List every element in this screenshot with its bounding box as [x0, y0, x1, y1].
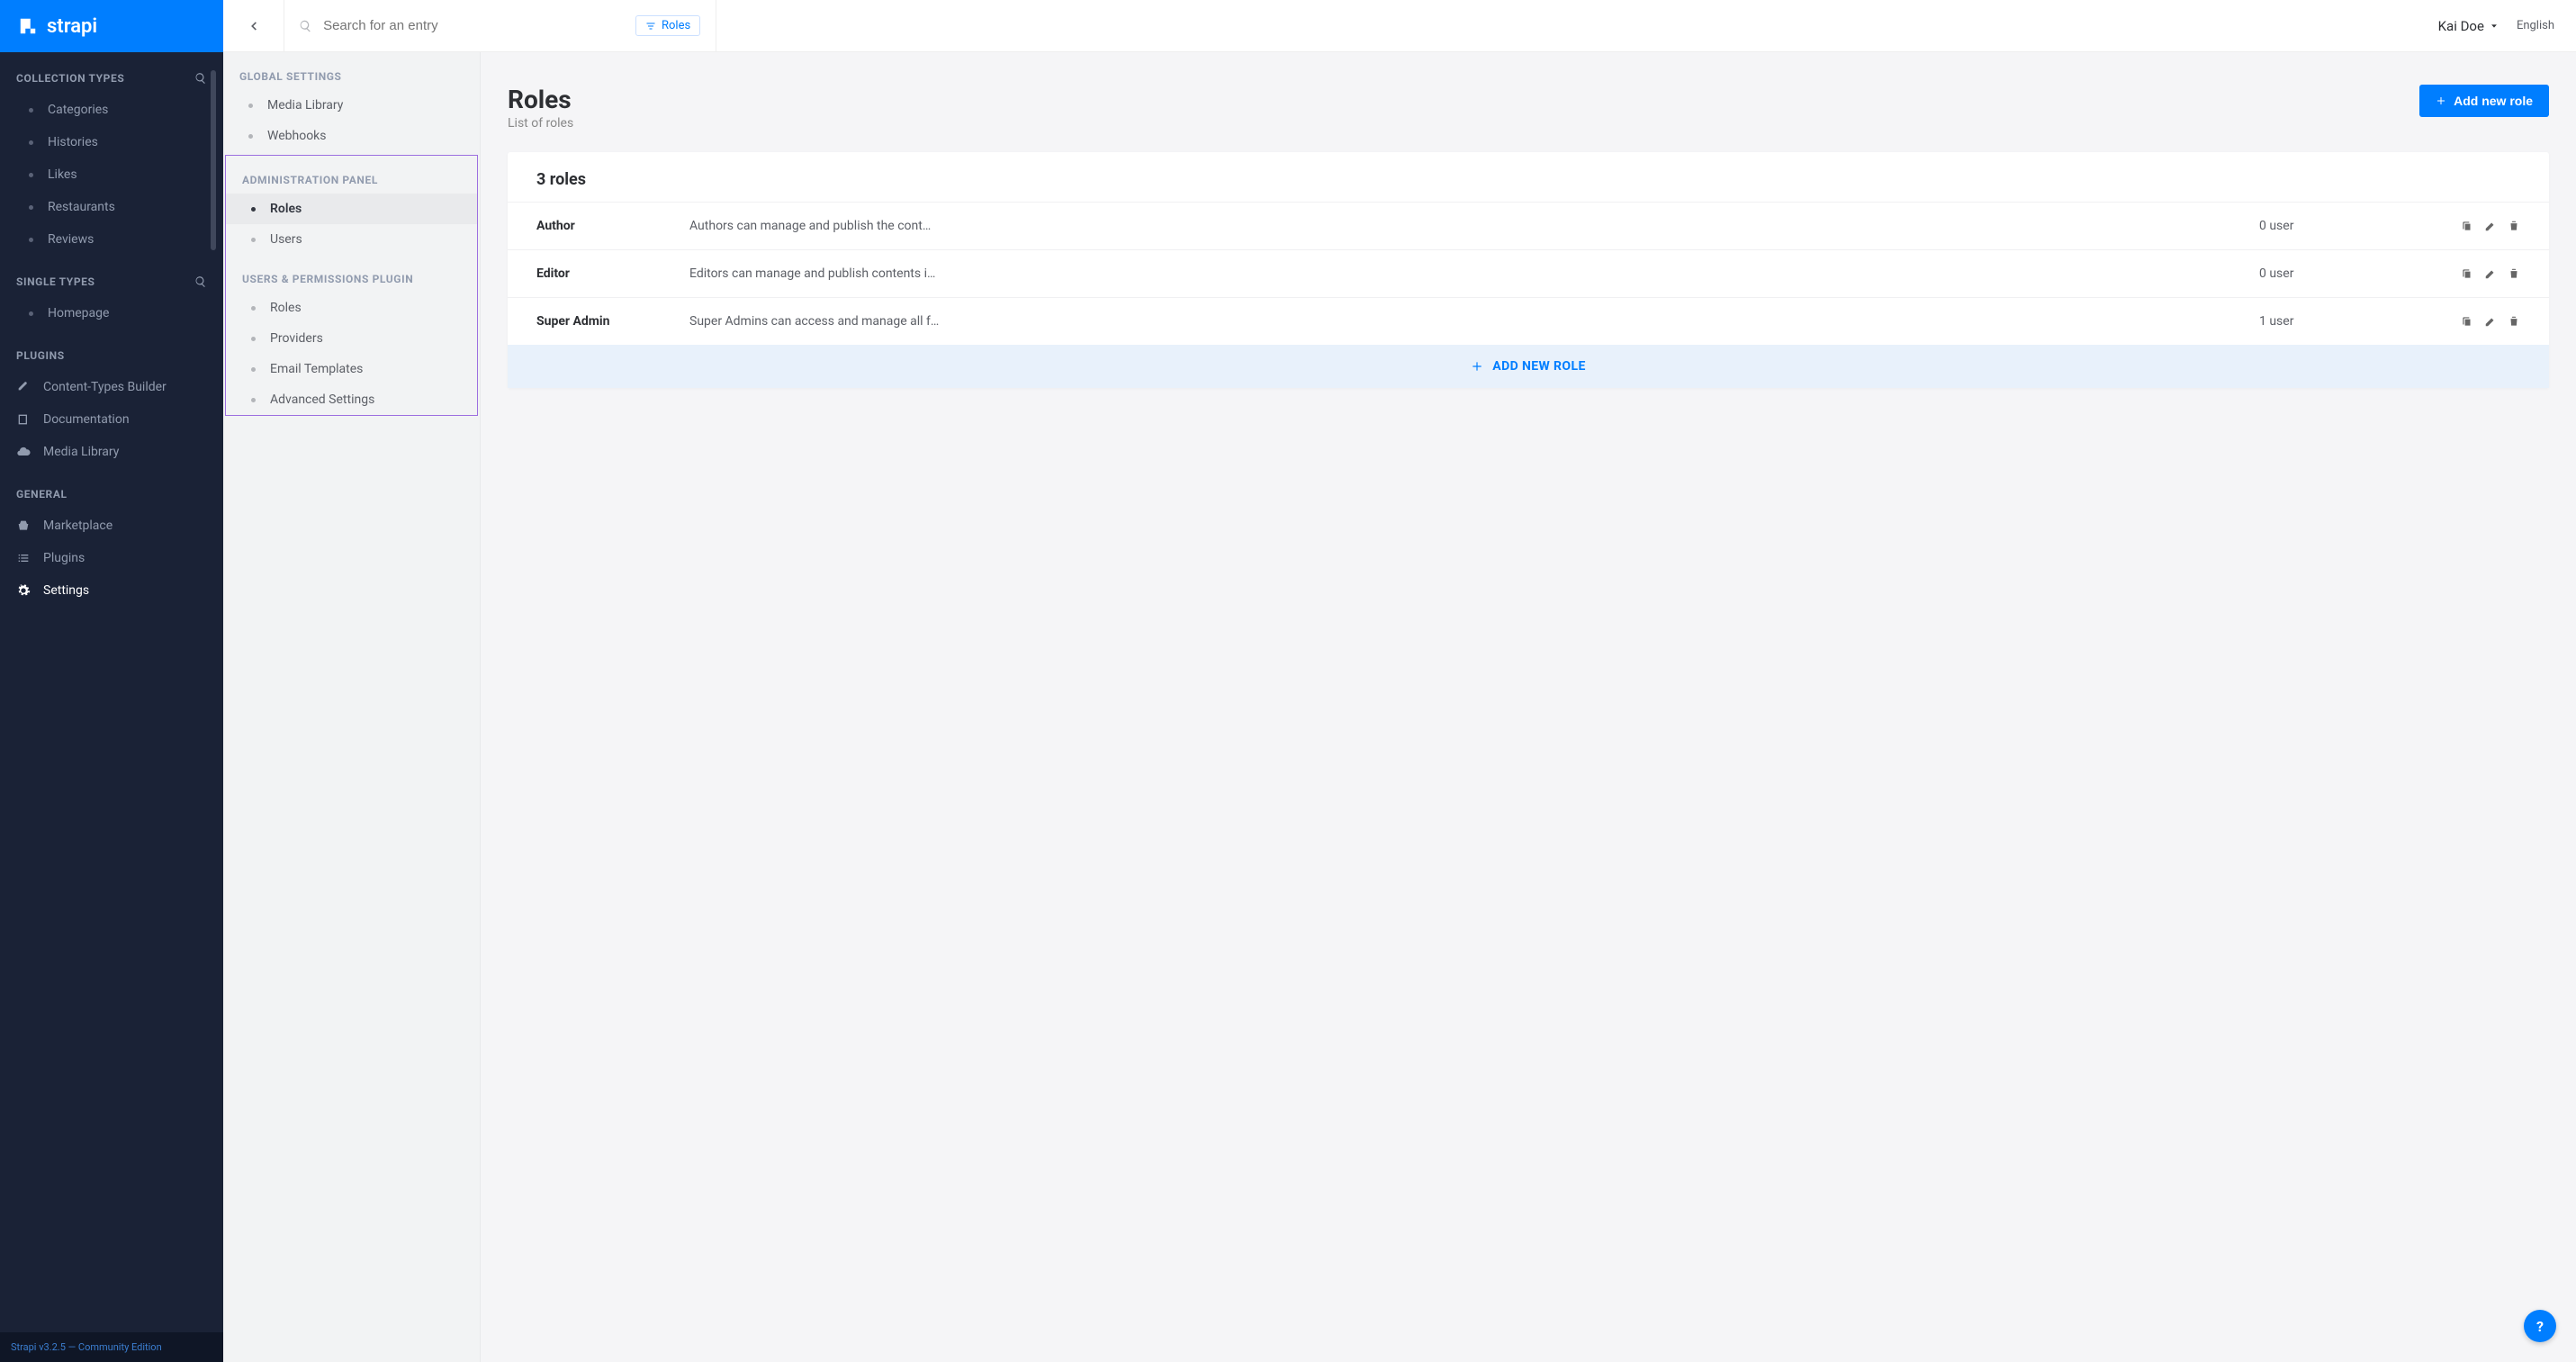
edit-icon[interactable] [2484, 315, 2497, 328]
duplicate-icon[interactable] [2461, 220, 2473, 232]
admin-panel-header: ADMINISTRATION PANEL [226, 156, 477, 194]
roles-count: 3 roles [508, 152, 2549, 202]
chevron-left-icon [248, 20, 260, 32]
filter-icon [645, 21, 656, 32]
plus-icon [1471, 360, 1483, 373]
nav-settings[interactable]: Settings [0, 574, 223, 607]
brush-icon [16, 380, 31, 394]
delete-icon[interactable] [2508, 315, 2520, 328]
edit-icon[interactable] [2484, 267, 2497, 280]
settings-perm-email-templates[interactable]: Email Templates [226, 354, 477, 384]
duplicate-icon[interactable] [2461, 267, 2473, 280]
book-icon [16, 412, 31, 427]
user-menu[interactable]: Kai Doe [2438, 18, 2499, 34]
nav-media-library[interactable]: Media Library [0, 436, 223, 468]
duplicate-icon[interactable] [2461, 315, 2473, 328]
nav-content-types-builder[interactable]: Content-Types Builder [0, 371, 223, 403]
search-icon[interactable] [194, 72, 207, 85]
settings-perm-providers[interactable]: Providers [226, 323, 477, 354]
nav-homepage[interactable]: Homepage [0, 297, 223, 329]
nav-likes[interactable]: Likes [0, 158, 223, 191]
settings-media-library[interactable]: Media Library [223, 90, 480, 121]
nav-categories[interactable]: Categories [0, 94, 223, 126]
caret-down-icon [2490, 22, 2499, 31]
basket-icon [16, 519, 31, 533]
nav-restaurants[interactable]: Restaurants [0, 191, 223, 223]
add-role-footer-button[interactable]: ADD NEW ROLE [508, 345, 2549, 388]
general-header: GENERAL [16, 488, 68, 501]
brand-name: strapi [47, 15, 97, 38]
settings-admin-roles[interactable]: Roles [226, 194, 477, 224]
logo-bar[interactable]: strapi [0, 0, 223, 52]
settings-perm-advanced[interactable]: Advanced Settings [226, 384, 477, 415]
gear-icon [16, 583, 31, 598]
add-new-role-button[interactable]: Add new role [2419, 85, 2549, 117]
admin-panel-highlight: ADMINISTRATION PANEL Roles Users USERS &… [225, 155, 478, 416]
main-area: Roles List of roles Add new role 3 roles… [481, 0, 2576, 1362]
delete-icon[interactable] [2508, 220, 2520, 232]
role-row-superadmin[interactable]: Super Admin Super Admins can access and … [508, 297, 2549, 345]
plugins-header: PLUGINS [16, 349, 65, 362]
page-title: Roles [508, 85, 573, 114]
edit-icon[interactable] [2484, 220, 2497, 232]
list-icon [16, 551, 31, 565]
filter-button[interactable]: Roles [635, 15, 700, 36]
settings-perm-roles[interactable]: Roles [226, 293, 477, 323]
collection-types-header: COLLECTION TYPES [16, 72, 124, 85]
roles-card: 3 roles Author Authors can manage and pu… [508, 152, 2549, 388]
page-subtitle: List of roles [508, 116, 573, 131]
search-icon[interactable] [194, 275, 207, 288]
help-button[interactable]: ? [2524, 1310, 2556, 1342]
role-row-editor[interactable]: Editor Editors can manage and publish co… [508, 249, 2549, 297]
nav-plugins[interactable]: Plugins [0, 542, 223, 574]
nav-histories[interactable]: Histories [0, 126, 223, 158]
plus-icon [2436, 95, 2446, 106]
version-label: Strapi v3.2.5 — Community Edition [0, 1332, 223, 1362]
search-icon [299, 19, 312, 33]
cloud-icon [16, 445, 31, 459]
settings-sidebar: GLOBAL SETTINGS Media Library Webhooks A… [223, 0, 481, 1362]
back-button[interactable] [223, 0, 284, 51]
nav-reviews[interactable]: Reviews [0, 223, 223, 256]
settings-admin-users[interactable]: Users [226, 224, 477, 255]
delete-icon[interactable] [2508, 267, 2520, 280]
nav-documentation[interactable]: Documentation [0, 403, 223, 436]
settings-webhooks[interactable]: Webhooks [223, 121, 480, 151]
main-sidebar: strapi COLLECTION TYPES Categories Histo… [0, 0, 223, 1362]
nav-marketplace[interactable]: Marketplace [0, 510, 223, 542]
role-row-author[interactable]: Author Authors can manage and publish th… [508, 202, 2549, 249]
language-selector[interactable]: English [2517, 19, 2554, 32]
single-types-header: SINGLE TYPES [16, 275, 95, 288]
users-permissions-header: USERS & PERMISSIONS PLUGIN [226, 255, 477, 293]
global-settings-header: GLOBAL SETTINGS [223, 52, 480, 90]
strapi-logo-icon [18, 16, 38, 36]
topbar: Roles Kai Doe English [223, 0, 2576, 52]
